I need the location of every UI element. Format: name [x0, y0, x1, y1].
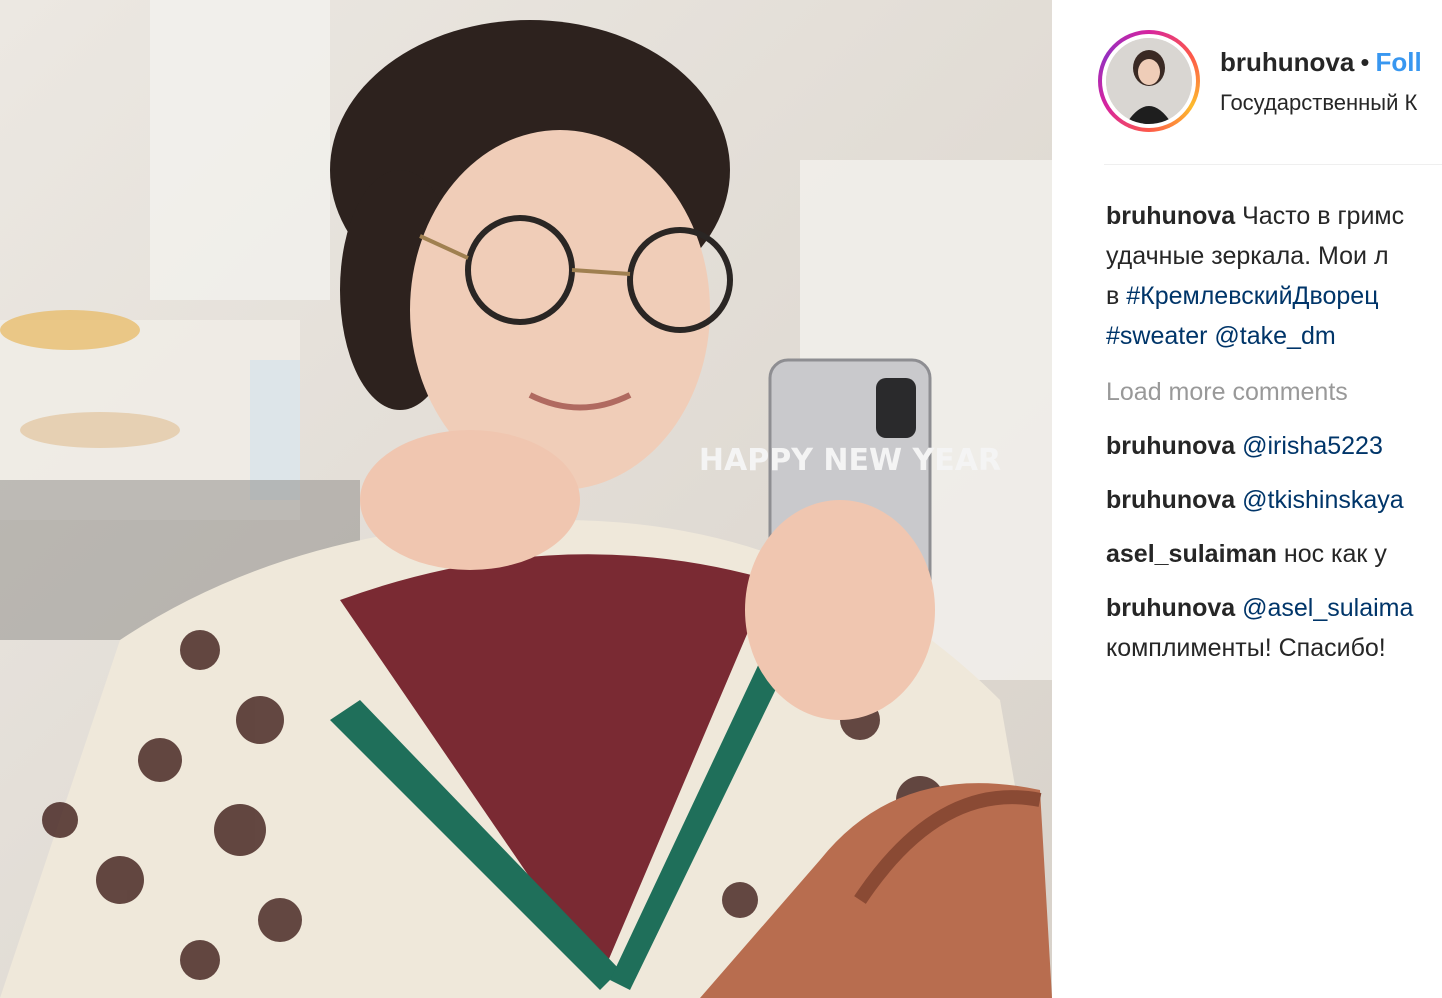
avatar-illustration — [1106, 38, 1192, 124]
comment-username[interactable]: bruhunova — [1106, 432, 1235, 460]
caption-text-3: в — [1106, 282, 1120, 310]
comment-item: asel_sulaiman нос как у — [1106, 534, 1442, 574]
caption-line-3: в #КремлевскийДворец — [1106, 276, 1442, 316]
comment-item: bruhunova @tkishinskaya — [1106, 480, 1442, 520]
comment-text: нос как у — [1283, 540, 1387, 568]
comment-username[interactable]: asel_sulaiman — [1106, 540, 1277, 568]
post-photo[interactable]: HAPPY NEW YEAR — [0, 0, 1052, 998]
follow-button[interactable]: Foll — [1375, 47, 1421, 77]
caption-username[interactable]: bruhunova — [1106, 202, 1235, 230]
header-divider — [1104, 164, 1442, 165]
post-photo-illustration: HAPPY NEW YEAR — [0, 0, 1052, 998]
comment-item: bruhunova @irisha5223 — [1106, 426, 1442, 466]
username-row: bruhunova • Foll — [1220, 44, 1422, 80]
comment-mention[interactable]: @tkishinskaya — [1242, 486, 1404, 514]
caption-text-1: Часто в гримс — [1242, 202, 1405, 230]
post-caption: bruhunova Часто в гримс удачные зеркала.… — [1106, 196, 1442, 356]
comment-item: bruhunova @asel_sulaima комплименты! Спа… — [1106, 588, 1442, 668]
avatar-image — [1106, 38, 1192, 124]
comment-text: комплименты! Спасибо! — [1106, 634, 1386, 662]
post-location[interactable]: Государственный К — [1220, 86, 1417, 120]
comment-mention[interactable]: @irisha5223 — [1242, 432, 1383, 460]
phone-case-text: HAPPY NEW YEAR — [699, 443, 1001, 478]
comment-mention[interactable]: @asel_sulaima — [1242, 594, 1413, 622]
comment-username[interactable]: bruhunova — [1106, 486, 1235, 514]
post-details-panel: bruhunova • Foll Государственный К bruhuno… — [1052, 0, 1442, 998]
caption-line-1: bruhunova Часто в гримс — [1106, 196, 1442, 236]
instagram-post-page: HAPPY NEW YEAR bruhunova • Foll Государс… — [0, 0, 1442, 998]
load-more-comments-button[interactable]: Load more comments — [1106, 372, 1442, 412]
post-author-username[interactable]: bruhunova — [1220, 47, 1354, 77]
comment-username[interactable]: bruhunova — [1106, 594, 1235, 622]
avatar-border — [1102, 34, 1196, 128]
separator-dot: • — [1360, 47, 1370, 77]
hashtag-kremlin-palace[interactable]: #КремлевскийДворец — [1126, 282, 1378, 310]
comments-section: bruhunova Часто в гримс удачные зеркала.… — [1106, 196, 1442, 668]
caption-line-2: удачные зеркала. Мои л — [1106, 242, 1389, 270]
avatar[interactable] — [1098, 30, 1200, 132]
hashtag-sweater[interactable]: #sweater — [1106, 322, 1207, 350]
mention-take-dm[interactable]: @take_dm — [1214, 322, 1335, 350]
caption-line-4: #sweater @take_dm — [1106, 316, 1442, 356]
post-header: bruhunova • Foll Государственный К — [1052, 0, 1442, 164]
